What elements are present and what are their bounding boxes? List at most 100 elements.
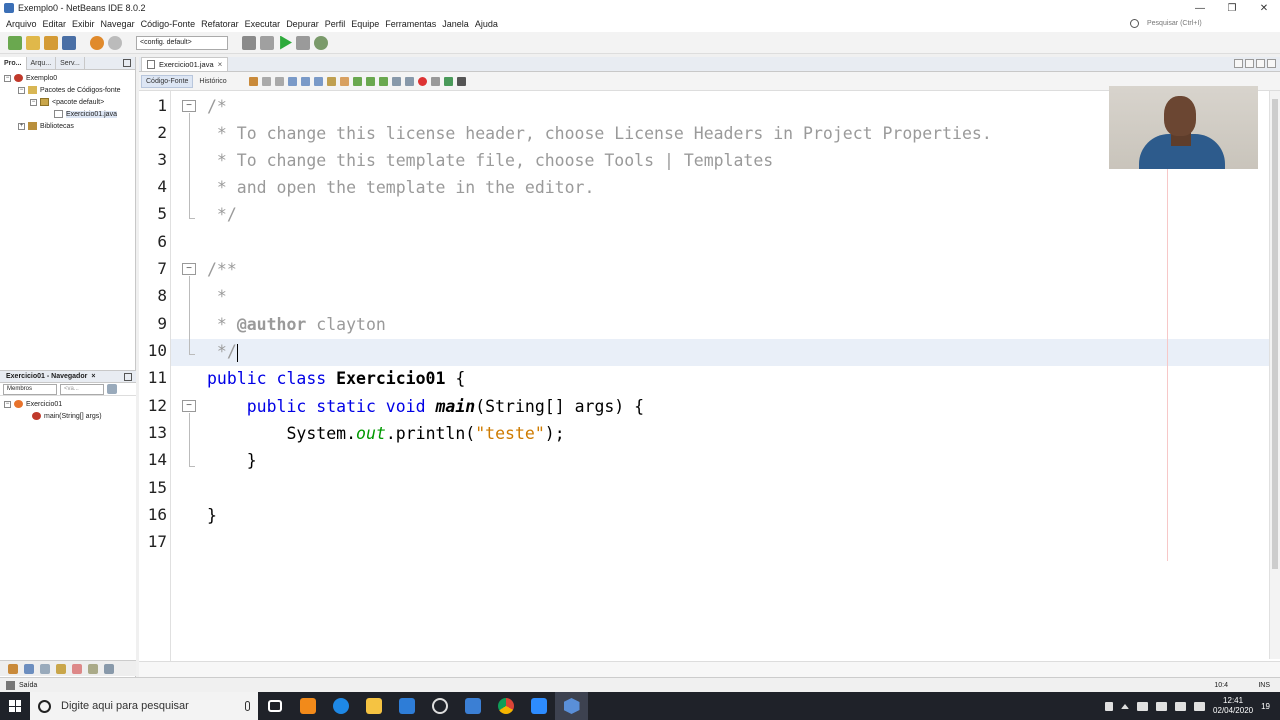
sort-icon[interactable] (8, 663, 18, 674)
menu-executar[interactable]: Executar (242, 19, 284, 29)
minimize-navigator-icon[interactable] (124, 373, 132, 381)
taskbar-app-store[interactable] (390, 692, 423, 720)
start-macro-icon[interactable] (417, 76, 427, 86)
expand-icon[interactable]: + (18, 122, 25, 130)
editor-vertical-scrollbar[interactable] (1269, 91, 1280, 659)
notifications-badge[interactable]: 19 (1261, 702, 1270, 711)
save-all-icon[interactable] (62, 35, 76, 50)
output-label[interactable]: Saída (19, 682, 37, 689)
code-editor[interactable]: 1 2 3 4 5 6 7 8 9 10 11 12 13 14 15 16 1… (139, 91, 1269, 661)
tree-item-libraries[interactable]: + Bibliotecas (0, 120, 135, 132)
menu-janela[interactable]: Janela (439, 19, 472, 29)
minimize-panel-icon[interactable] (123, 59, 131, 67)
taskbar-app-explorer[interactable] (357, 692, 390, 720)
start-button[interactable] (0, 692, 30, 720)
filter-select[interactable]: <va... (60, 383, 104, 395)
scroll-right-icon[interactable] (1245, 59, 1254, 68)
taskbar-app-chrome[interactable] (489, 692, 522, 720)
stop-macro-icon[interactable] (430, 76, 440, 86)
shift-left-icon[interactable] (391, 76, 401, 86)
undo-icon[interactable] (90, 35, 104, 50)
find-next-icon[interactable] (313, 76, 323, 86)
network-icon[interactable] (1137, 701, 1149, 711)
find-previous-icon[interactable] (300, 76, 310, 86)
previous-bookmark-icon[interactable] (352, 76, 362, 86)
tab-source[interactable]: Código-Fonte (141, 74, 194, 88)
taskbar-search-input[interactable]: Digite aqui para pesquisar (30, 692, 258, 720)
taskbar-app-zoom[interactable] (522, 692, 555, 720)
find-selection-icon[interactable] (287, 76, 297, 86)
menu-ajuda[interactable]: Ajuda (472, 19, 501, 29)
profile-icon[interactable] (314, 35, 328, 50)
restore-icon[interactable]: ❐ (1216, 0, 1248, 16)
collapse-icon[interactable]: − (18, 86, 25, 94)
taskbar-app-sublime[interactable] (291, 692, 324, 720)
taskbar-clock[interactable]: 12:41 02/04/2020 (1213, 696, 1253, 716)
taskbar-app-edge[interactable] (324, 692, 357, 720)
menu-editar[interactable]: Editar (40, 19, 70, 29)
close-window-icon[interactable]: ✕ (1248, 0, 1280, 16)
collapse-icon[interactable]: − (4, 74, 11, 82)
quick-search-input[interactable]: Pesquisar (Ctrl+I) (1130, 16, 1270, 30)
person-icon[interactable] (1105, 701, 1114, 711)
toggle-bookmark-icon[interactable] (378, 76, 388, 86)
fold-toggle-icon[interactable]: − (182, 100, 196, 112)
sort-name-icon[interactable] (88, 663, 98, 674)
toggle-highlight-icon[interactable] (326, 76, 336, 86)
nav-item-class[interactable]: − Exercicio01 (0, 398, 136, 410)
menu-exibir[interactable]: Exibir (69, 19, 98, 29)
tab-list-icon[interactable] (1256, 59, 1265, 68)
navigator-options-icon[interactable] (107, 384, 117, 394)
filter-static-icon[interactable] (40, 663, 50, 674)
toggle-rectangular-icon[interactable] (339, 76, 349, 86)
taskbar-app-settings[interactable] (423, 692, 456, 720)
taskbar-app-netbeans[interactable] (555, 692, 588, 720)
collapse-icon[interactable]: − (4, 400, 11, 408)
scrollbar-thumb[interactable] (1272, 99, 1278, 569)
menu-depurar[interactable]: Depurar (283, 19, 322, 29)
collapse-icon[interactable]: − (30, 98, 37, 106)
menu-arquivo[interactable]: Arquivo (3, 19, 40, 29)
tab-files[interactable]: Arqu... (27, 56, 57, 70)
members-select[interactable]: Membros (3, 383, 57, 395)
shift-right-icon[interactable] (404, 76, 414, 86)
menu-navegar[interactable]: Navegar (98, 19, 138, 29)
close-tab-icon[interactable]: × (218, 60, 223, 69)
uncomment-icon[interactable] (456, 76, 466, 86)
output-icon[interactable] (6, 680, 15, 690)
tab-services[interactable]: Serv... (56, 56, 85, 70)
sort-source-icon[interactable] (104, 663, 114, 674)
forward-icon[interactable] (274, 76, 284, 86)
tree-item-java-file[interactable]: Exercicio01.java (0, 108, 135, 120)
filter-nonpublic-icon[interactable] (72, 663, 82, 674)
clean-build-icon[interactable] (260, 35, 274, 50)
tab-history[interactable]: Histórico (195, 76, 230, 87)
redo-icon[interactable] (108, 35, 122, 50)
last-edit-icon[interactable] (248, 76, 258, 86)
tree-item-default-package[interactable]: − <pacote default> (0, 96, 135, 108)
comment-icon[interactable] (443, 76, 453, 86)
maximize-editor-icon[interactable] (1267, 59, 1276, 68)
tree-item-source-packages[interactable]: − Pacotes de Códigos-fonte (0, 84, 135, 96)
menu-codigo-fonte[interactable]: Código-Fonte (138, 19, 199, 29)
minimize-icon[interactable]: — (1184, 0, 1216, 16)
open-project-icon[interactable] (44, 35, 58, 50)
fold-toggle-icon[interactable]: − (182, 400, 196, 412)
config-select[interactable]: <config. default> (136, 35, 228, 50)
run-icon[interactable] (280, 35, 292, 50)
battery-icon[interactable] (1156, 701, 1168, 711)
tab-projects[interactable]: Pro... (0, 56, 27, 70)
microphone-icon[interactable] (245, 701, 250, 711)
nav-item-method[interactable]: main(String[] args) (0, 410, 136, 422)
volume-icon[interactable] (1194, 701, 1206, 711)
back-icon[interactable] (261, 76, 271, 86)
new-project-icon[interactable] (8, 35, 22, 50)
task-view-button[interactable] (258, 692, 291, 720)
close-navigator-icon[interactable]: × (91, 373, 95, 380)
fold-toggle-icon[interactable]: − (182, 263, 196, 275)
menu-equipe[interactable]: Equipe (348, 19, 382, 29)
filter-inherited-icon[interactable] (56, 663, 66, 674)
chevron-up-icon[interactable] (1121, 703, 1130, 709)
next-bookmark-icon[interactable] (365, 76, 375, 86)
editor-tab-exercicio01[interactable]: Exercicio01.java × (141, 57, 229, 71)
